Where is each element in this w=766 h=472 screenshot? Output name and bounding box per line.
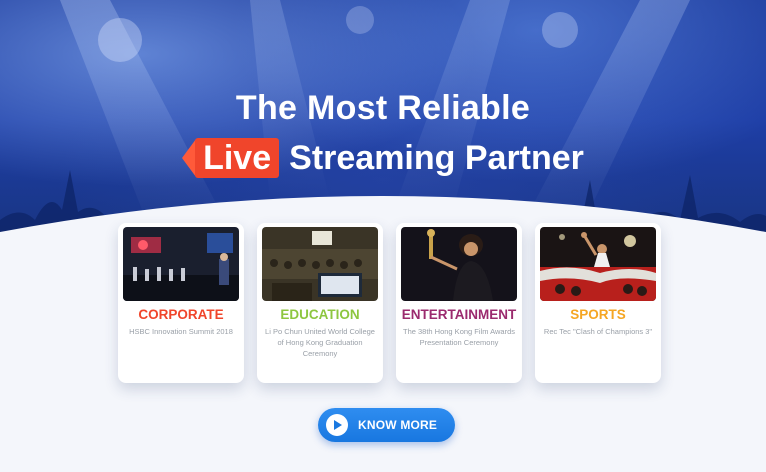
live-badge: Live: [182, 138, 280, 178]
card-description-corporate: HSBC Innovation Summit 2018: [129, 327, 233, 336]
know-more-button[interactable]: KNOW MORE: [318, 408, 455, 442]
auditorium-photo: [262, 227, 378, 301]
card-education[interactable]: EDUCATION Li Po Chun United World Colleg…: [257, 223, 383, 383]
card-category-sports: SPORTS: [570, 307, 626, 322]
hero-title: The Most Reliable Live Streaming Partner: [0, 88, 766, 180]
hero-title-line1: The Most Reliable: [0, 88, 766, 128]
card-corporate[interactable]: CORPORATE HSBC Innovation Summit 2018: [118, 223, 244, 383]
live-flag-icon: [182, 139, 197, 177]
award-photo: [401, 227, 517, 301]
boxing-photo: [540, 227, 656, 301]
hero-title-line2: Live Streaming Partner: [0, 136, 766, 180]
play-icon: [326, 414, 348, 436]
hero-title-text: The Most Reliable: [235, 89, 531, 127]
card-description-entertainment: The 38th Hong Kong Film Awards Presentat…: [402, 327, 515, 347]
card-entertainment[interactable]: ENTERTAINMENT The 38th Hong Kong Film Aw…: [396, 223, 522, 383]
play-triangle-icon: [334, 420, 342, 430]
card-sports[interactable]: SPORTS Rec Tec "Clash of Champions 3": [535, 223, 661, 383]
card-description-education: Li Po Chun United World College of Hong …: [265, 327, 375, 358]
landing-banner: The Most Reliable Live Streaming Partner…: [0, 0, 766, 472]
card-category-entertainment: ENTERTAINMENT: [401, 307, 517, 322]
card-category-education: EDUCATION: [280, 307, 360, 322]
conference-photo: [123, 227, 239, 301]
know-more-label: KNOW MORE: [358, 418, 438, 432]
card-category-corporate: CORPORATE: [138, 307, 224, 322]
category-cards: CORPORATE HSBC Innovation Summit 2018 ED…: [118, 223, 661, 383]
hero-title-line2-text: Streaming Partner: [289, 139, 584, 177]
card-description-sports: Rec Tec "Clash of Champions 3": [543, 327, 653, 336]
live-badge-label: Live: [195, 138, 280, 178]
